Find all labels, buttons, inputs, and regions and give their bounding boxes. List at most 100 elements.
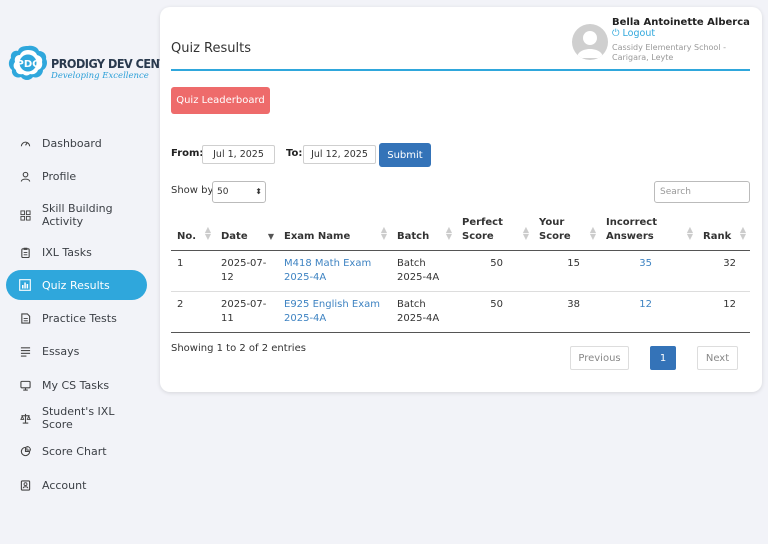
document-icon (18, 311, 32, 325)
school-name: Cassidy Elementary School - Carigara, Le… (612, 43, 726, 62)
user-panel: Bella Antoinette Alberca ⏻ Logout Cassid… (572, 16, 752, 71)
incorrect-answers-link[interactable]: 12 (639, 299, 652, 310)
sidebar-item-label: Score Chart (42, 444, 107, 458)
column-header-batch[interactable]: Batch ▲ ▼ (391, 212, 456, 251)
sidebar-item-label: Practice Tests (42, 311, 117, 325)
cell-rank: 32 (697, 250, 750, 292)
sidebar-item-dashboard[interactable]: Dashboard (6, 128, 147, 158)
cell-no: 2 (171, 291, 215, 333)
cell-batch: Batch 2025-4A (391, 250, 456, 292)
sort-icon: ▲ ▼ (686, 224, 693, 241)
cell-perfect-score: 50 (456, 291, 533, 333)
sidebar-item-label: Profile (42, 169, 77, 183)
sort-icon: ▲ ▼ (204, 224, 211, 241)
sidebar-item-students-ixl-score[interactable]: Student's IXL Score (6, 403, 147, 433)
show-by-value: 50 (217, 187, 229, 197)
quiz-results-card: Quiz Results Bella Antoinette Alberca ⏻ … (160, 7, 762, 392)
sort-icon: ▲ ▼ (380, 224, 387, 241)
sort-icon: ▲ ▼ (522, 224, 529, 241)
table-row: 1 2025-07-12 M418 Math Exam 2025-4A Batc… (171, 250, 750, 292)
sidebar-item-my-cs-tasks[interactable]: My CS Tasks (6, 370, 147, 400)
from-label: From: (171, 148, 204, 159)
user-name: Bella Antoinette Alberca (612, 17, 750, 28)
avatar[interactable] (572, 24, 608, 60)
sidebar: PDC PRODIGY DEV CENTER Developing Excell… (0, 0, 183, 544)
sidebar-item-ixl-tasks[interactable]: IXL Tasks (6, 237, 147, 267)
date-filter: From: To: Submit (171, 143, 471, 167)
monitor-icon (18, 378, 32, 392)
column-header-exam-name[interactable]: Exam Name ▲ ▼ (278, 212, 391, 251)
sort-desc-icon: ▼ (267, 231, 274, 241)
cell-rank: 12 (697, 291, 750, 333)
clipboard-icon (18, 245, 32, 259)
brand-logo[interactable]: PDC PRODIGY DEV CENTER Developing Excell… (8, 44, 183, 84)
column-header-rank[interactable]: Rank ▲ ▼ (697, 212, 750, 251)
cell-date: 2025-07-12 (215, 250, 278, 292)
bar-chart-icon (18, 278, 32, 292)
sidebar-item-label: My CS Tasks (42, 378, 110, 392)
grid-icon (18, 208, 32, 222)
sidebar-item-profile[interactable]: Profile (6, 161, 147, 191)
cell-date: 2025-07-11 (215, 291, 278, 333)
sidebar-item-quiz-results[interactable]: Quiz Results (6, 270, 147, 300)
logout-label: Logout (622, 28, 656, 39)
pagination: Previous 1 Next (570, 346, 740, 370)
sidebar-item-label: Quiz Results (42, 278, 110, 292)
to-date-input[interactable] (303, 145, 376, 164)
avatar-placeholder-icon (577, 31, 603, 58)
sidebar-item-practice-tests[interactable]: Practice Tests (6, 303, 147, 333)
cell-your-score: 15 (533, 250, 600, 292)
to-label: To: (286, 148, 303, 159)
id-card-icon (18, 478, 32, 492)
show-by-select[interactable]: 50 ⬍ (212, 181, 266, 203)
sidebar-item-label: Dashboard (42, 136, 102, 150)
quiz-results-table: No. ▲ ▼ Date ▼ Exam Name ▲ ▼ Batch ▲ ▼ Perfect … (171, 212, 750, 333)
table-header-row: No. ▲ ▼ Date ▼ Exam Name ▲ ▼ Batch ▲ ▼ Perfect … (171, 212, 750, 251)
balance-icon (18, 411, 32, 425)
cell-incorrect-answers: 12 (600, 291, 697, 333)
cell-exam-name: E925 English Exam 2025-4A (278, 291, 391, 333)
list-icon (18, 344, 32, 358)
sidebar-item-label: Account (42, 478, 87, 492)
sidebar-item-essays[interactable]: Essays (6, 336, 147, 366)
exam-link[interactable]: M418 Math Exam 2025-4A (284, 258, 371, 283)
pie-chart-icon (18, 444, 32, 458)
sort-icon: ▲ ▼ (589, 224, 596, 241)
previous-page-button[interactable]: Previous (570, 346, 629, 370)
table-row: 2 2025-07-11 E925 English Exam 2025-4A B… (171, 291, 750, 333)
show-by-control: Show by 50 ⬍ (171, 181, 271, 203)
cell-incorrect-answers: 35 (600, 250, 697, 292)
incorrect-answers-link[interactable]: 35 (639, 258, 652, 269)
cell-exam-name: M418 Math Exam 2025-4A (278, 250, 391, 292)
show-by-label: Show by (171, 185, 214, 196)
exam-link[interactable]: E925 English Exam 2025-4A (284, 299, 380, 324)
sidebar-item-label: Skill Building Activity (42, 202, 113, 228)
sidebar-item-label: Student's IXL Score (42, 405, 115, 431)
column-header-incorrect-answers[interactable]: Incorrect Answers ▲ ▼ (600, 212, 697, 251)
cell-no: 1 (171, 250, 215, 292)
page-1-button[interactable]: 1 (650, 346, 676, 370)
cell-your-score: 38 (533, 291, 600, 333)
column-header-date[interactable]: Date ▼ (215, 212, 278, 251)
column-header-no[interactable]: No. ▲ ▼ (171, 212, 215, 251)
logout-link[interactable]: ⏻ Logout (612, 28, 655, 39)
sort-icon: ▲ ▼ (445, 224, 452, 241)
cell-perfect-score: 50 (456, 250, 533, 292)
logo-badge-letters: PDC (17, 59, 40, 70)
brain-logo-icon: PDC (8, 45, 47, 80)
column-header-perfect-score[interactable]: Perfect Score ▲ ▼ (456, 212, 533, 251)
search-input[interactable] (654, 181, 750, 203)
page-title: Quiz Results (171, 41, 251, 56)
quiz-leaderboard-button[interactable]: Quiz Leaderboard (171, 87, 270, 114)
entries-summary: Showing 1 to 2 of 2 entries (171, 343, 306, 354)
from-date-input[interactable] (202, 145, 275, 164)
sidebar-item-score-chart[interactable]: Score Chart (6, 436, 147, 466)
sidebar-item-label: Essays (42, 344, 80, 358)
submit-button[interactable]: Submit (379, 143, 431, 167)
brand-tagline: Developing Excellence (51, 71, 149, 81)
column-header-your-score[interactable]: Your Score ▲ ▼ (533, 212, 600, 251)
next-page-button[interactable]: Next (697, 346, 738, 370)
sidebar-item-skill-building[interactable]: Skill Building Activity (6, 200, 147, 230)
sidebar-item-account[interactable]: Account (6, 470, 147, 500)
user-icon (18, 169, 32, 183)
